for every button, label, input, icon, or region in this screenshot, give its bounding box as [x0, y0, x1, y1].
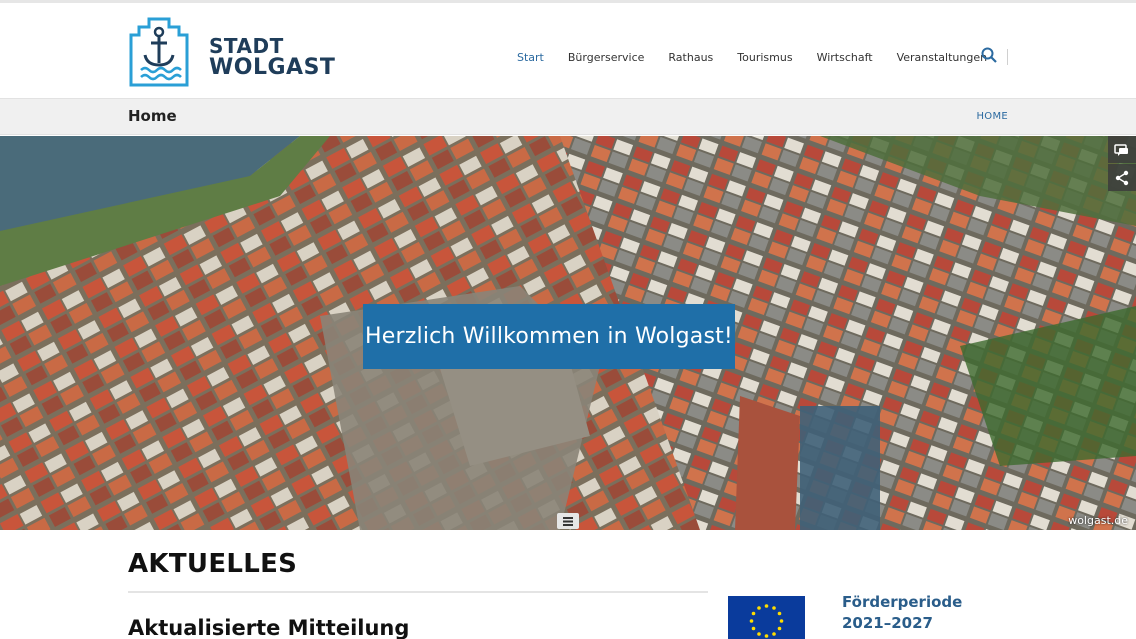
hero-banner: Herzlich Willkommen in Wolgast! wolgast.…: [0, 136, 1136, 530]
welcome-caption: Herzlich Willkommen in Wolgast!: [363, 304, 735, 369]
chat-button[interactable]: [1108, 136, 1136, 163]
breadcrumb-bar: Home HOME: [0, 98, 1136, 135]
nav-item-start[interactable]: Start: [505, 51, 556, 64]
chat-icon: [1114, 143, 1128, 156]
photo-credit: wolgast.de: [1068, 514, 1128, 527]
site-header: STADT WOLGAST Start Bürgerservice Rathau…: [0, 3, 1136, 98]
logo-line-stadt: STADT: [209, 34, 284, 58]
nav-divider: [1007, 49, 1009, 65]
welcome-text: Herzlich Willkommen in Wolgast!: [365, 324, 733, 349]
side-toolbar: [1108, 136, 1136, 192]
news-article-title[interactable]: Aktualisierte Mitteilung: [128, 616, 409, 639]
logo-wordmark: STADT WOLGAST: [209, 35, 335, 79]
page-title: Home: [128, 107, 177, 125]
eu-flag-icon: [728, 596, 805, 639]
funding-period-title[interactable]: Förderperiode 2021–2027: [842, 592, 1012, 634]
logo-line-wolgast: WOLGAST: [209, 55, 336, 80]
menu-icon: [563, 516, 573, 526]
nav-item-rathaus[interactable]: Rathaus: [656, 51, 725, 64]
nav-item-buergerservice[interactable]: Bürgerservice: [556, 51, 657, 64]
breadcrumb-home-link[interactable]: HOME: [976, 111, 1008, 122]
search-icon[interactable]: [980, 46, 998, 64]
share-icon: [1115, 170, 1129, 185]
nav-item-wirtschaft[interactable]: Wirtschaft: [805, 51, 885, 64]
main-nav: Start Bürgerservice Rathaus Tourismus Wi…: [505, 47, 1009, 67]
share-button[interactable]: [1108, 164, 1136, 191]
news-section-title: AKTUELLES: [128, 549, 298, 579]
site-logo[interactable]: STADT WOLGAST: [127, 15, 337, 90]
anchor-emblem-icon: [129, 17, 189, 87]
slider-toggle-button[interactable]: [557, 513, 579, 529]
section-divider: [128, 591, 708, 593]
nav-item-tourismus[interactable]: Tourismus: [725, 51, 804, 64]
